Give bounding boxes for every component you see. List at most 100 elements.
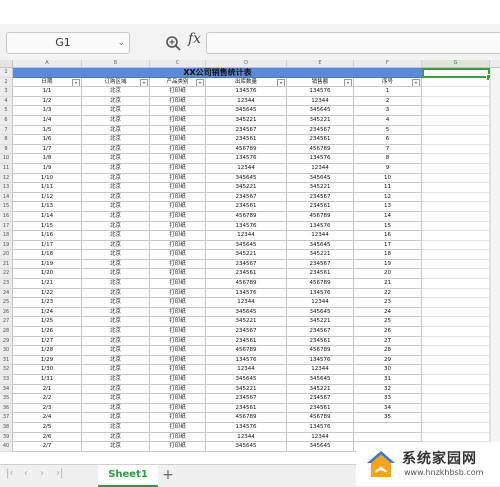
data-cell[interactable]: 打印纸 [150, 403, 206, 414]
data-cell[interactable]: 1/25 [13, 317, 82, 328]
empty-cell[interactable] [422, 336, 490, 347]
data-cell[interactable]: 1/13 [13, 202, 82, 212]
row-number[interactable]: 39 [0, 432, 13, 443]
data-cell[interactable]: 456789 [287, 144, 354, 155]
data-cell[interactable]: 北京 [82, 163, 150, 174]
data-cell[interactable]: 1/19 [13, 259, 82, 270]
data-cell[interactable]: 北京 [82, 125, 150, 136]
data-cell[interactable]: 北京 [82, 135, 150, 145]
data-cell[interactable]: 2/3 [13, 403, 82, 414]
name-box[interactable]: G1 ⌄ [6, 32, 130, 54]
empty-cell[interactable] [422, 135, 490, 145]
data-cell[interactable]: 北京 [82, 327, 150, 337]
data-cell[interactable]: 1/3 [13, 106, 82, 116]
data-cell[interactable]: 12344 [287, 298, 354, 308]
data-cell[interactable]: 打印纸 [150, 269, 206, 280]
data-cell[interactable]: 12344 [206, 96, 287, 107]
row-number[interactable]: 18 [0, 231, 13, 241]
empty-cell[interactable] [422, 413, 490, 423]
data-cell[interactable]: 打印纸 [150, 259, 206, 270]
data-cell[interactable]: 17 [354, 240, 422, 251]
data-cell[interactable]: 北京 [82, 355, 150, 366]
data-cell[interactable]: 打印纸 [150, 413, 206, 423]
filter-dropdown-icon[interactable]: ▾ [196, 78, 204, 87]
data-cell[interactable]: 234567 [206, 327, 287, 337]
data-cell[interactable]: 345221 [206, 115, 287, 126]
data-cell[interactable]: 打印纸 [150, 279, 206, 289]
filter-dropdown-icon[interactable]: ▾ [277, 78, 285, 87]
data-cell[interactable]: 打印纸 [150, 240, 206, 251]
vertical-scrollbar[interactable] [490, 68, 500, 464]
data-cell[interactable]: 1/6 [13, 135, 82, 145]
data-cell[interactable]: 345221 [287, 384, 354, 395]
empty-cell[interactable] [422, 173, 490, 184]
data-cell[interactable]: 12344 [206, 365, 287, 375]
data-cell[interactable]: 打印纸 [150, 192, 206, 203]
row-number[interactable]: 38 [0, 422, 13, 433]
data-cell[interactable]: 234561 [206, 135, 287, 145]
row-number[interactable]: 36 [0, 403, 13, 414]
filter-dropdown-icon[interactable]: ▾ [412, 78, 420, 87]
empty-cell[interactable] [422, 240, 490, 251]
data-cell[interactable]: 2/2 [13, 394, 82, 404]
data-cell[interactable]: 打印纸 [150, 384, 206, 395]
data-cell[interactable]: 北京 [82, 298, 150, 308]
data-cell[interactable]: 北京 [82, 250, 150, 260]
data-cell[interactable]: 打印纸 [150, 365, 206, 375]
data-cell[interactable]: 打印纸 [150, 125, 206, 136]
data-cell[interactable]: 234567 [206, 125, 287, 136]
data-cell[interactable]: 134576 [206, 288, 287, 299]
tab-sheet1[interactable]: Sheet1 [98, 465, 158, 487]
data-cell[interactable]: 北京 [82, 317, 150, 328]
column-header-d[interactable]: D [206, 60, 287, 67]
data-cell[interactable]: 14 [354, 211, 422, 222]
data-cell[interactable]: 21 [354, 279, 422, 289]
data-cell[interactable]: 北京 [82, 202, 150, 212]
data-cell[interactable]: 234567 [206, 192, 287, 203]
data-cell[interactable]: 北京 [82, 96, 150, 107]
data-cell[interactable]: 234567 [287, 125, 354, 136]
data-cell[interactable]: 345221 [206, 384, 287, 395]
data-cell[interactable]: 28 [354, 346, 422, 356]
data-cell[interactable]: 1/22 [13, 288, 82, 299]
data-cell[interactable]: 1/27 [13, 336, 82, 347]
data-cell[interactable]: 234561 [287, 135, 354, 145]
row-number[interactable]: 7 [0, 125, 13, 136]
data-cell[interactable]: 234561 [206, 202, 287, 212]
data-cell[interactable]: 北京 [82, 231, 150, 241]
data-cell[interactable]: 345221 [287, 250, 354, 260]
data-cell[interactable]: 8 [354, 154, 422, 164]
column-header-cell[interactable]: 销售额 ▾ [287, 77, 354, 88]
data-cell[interactable]: 打印纸 [150, 221, 206, 232]
empty-cell[interactable] [422, 375, 490, 385]
empty-cell[interactable] [422, 106, 490, 116]
row-number[interactable]: 34 [0, 384, 13, 395]
row-number[interactable]: 24 [0, 288, 13, 299]
data-cell[interactable]: 2/5 [13, 422, 82, 433]
row-number[interactable]: 4 [0, 96, 13, 107]
data-cell[interactable]: 北京 [82, 173, 150, 184]
empty-cell[interactable] [422, 77, 490, 88]
row-number[interactable]: 3 [0, 87, 13, 97]
spreadsheet-grid[interactable]: ABCDEFG 1 XX公司销售统计表 2 日期 ▾ 订购区域 ▾ 产品类别 ▾ 出库数量 ▾ 销售额… [0, 60, 500, 464]
data-cell[interactable]: 13 [354, 202, 422, 212]
data-cell[interactable]: 345645 [287, 307, 354, 318]
data-cell[interactable]: 打印纸 [150, 355, 206, 366]
data-cell[interactable]: 25 [354, 317, 422, 328]
row-number[interactable]: 5 [0, 106, 13, 116]
data-cell[interactable]: 345221 [206, 250, 287, 260]
row-number[interactable]: 8 [0, 135, 13, 145]
data-cell[interactable]: 456789 [287, 346, 354, 356]
data-cell[interactable]: 4 [354, 115, 422, 126]
data-cell[interactable]: 234567 [287, 259, 354, 270]
data-cell[interactable]: 456789 [287, 211, 354, 222]
data-cell[interactable]: 23 [354, 298, 422, 308]
data-cell[interactable]: 134576 [287, 221, 354, 232]
data-cell[interactable]: 2/4 [13, 413, 82, 423]
empty-cell[interactable] [422, 250, 490, 260]
empty-cell[interactable] [422, 87, 490, 97]
empty-cell[interactable] [422, 231, 490, 241]
row-number[interactable]: 28 [0, 327, 13, 337]
row-number[interactable]: 9 [0, 144, 13, 155]
column-header-g[interactable]: G [422, 60, 490, 67]
